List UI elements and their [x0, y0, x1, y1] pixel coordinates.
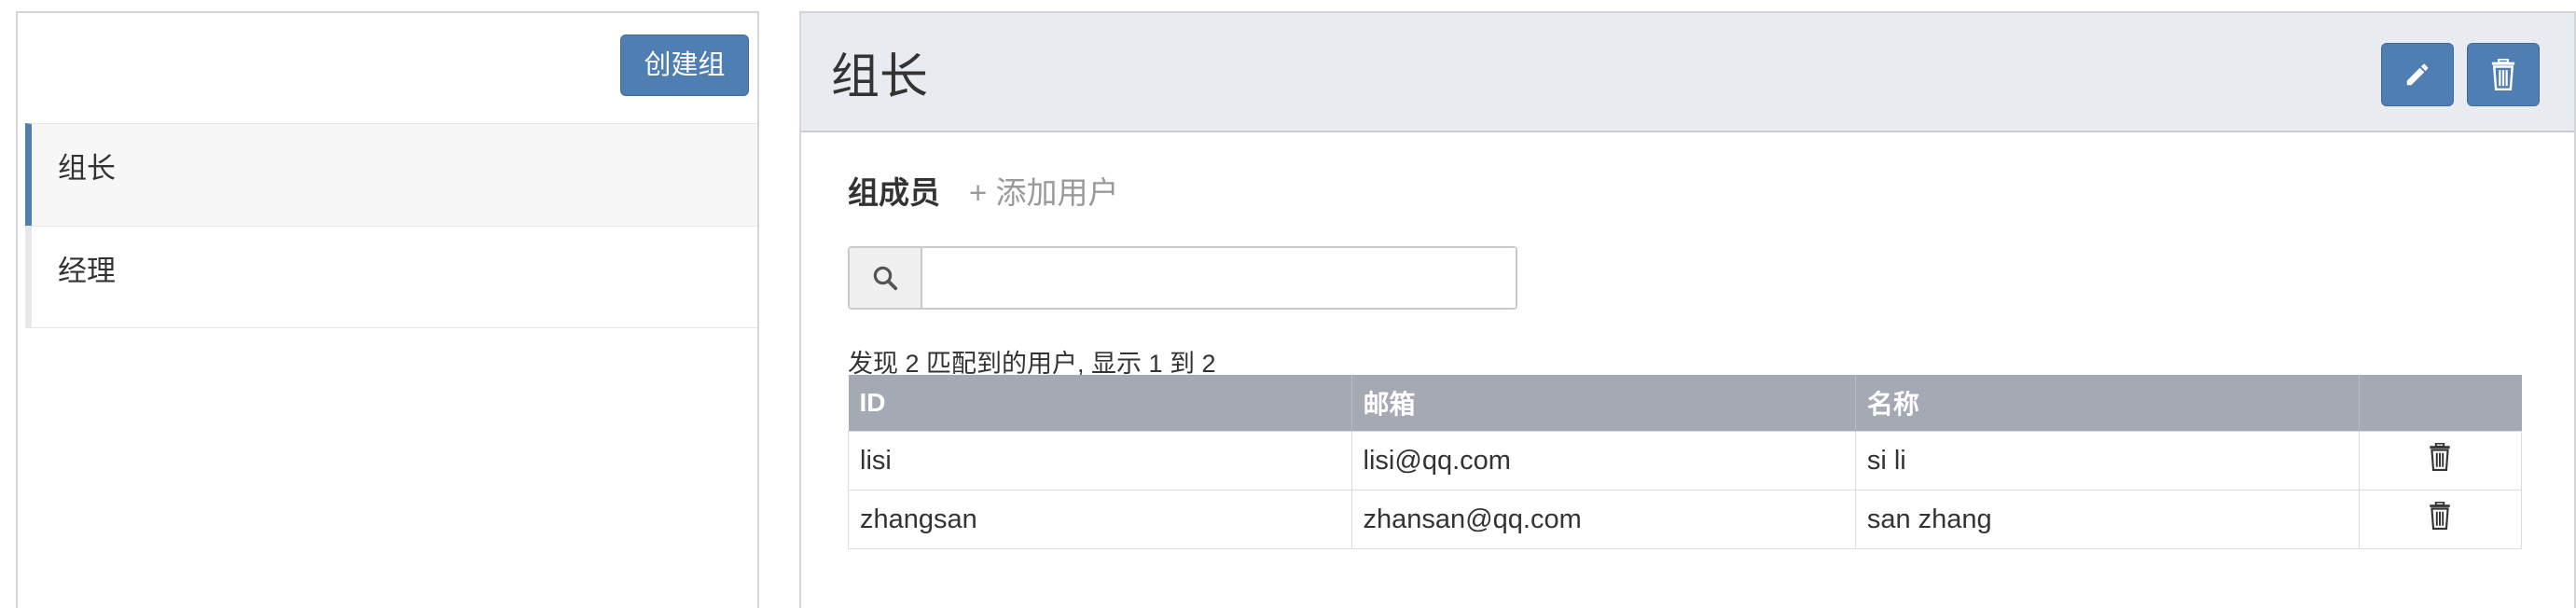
cell-email: lisi@qq.com — [1350, 431, 1856, 491]
cell-name: si li — [1854, 431, 2360, 491]
group-detail-header: 组长 — [801, 13, 2574, 132]
members-table: ID 邮箱 名称 lisi lisi@qq.com si li zhangsan… — [848, 375, 2523, 549]
search-input[interactable] — [922, 248, 1516, 308]
cell-actions — [2358, 490, 2523, 549]
cell-actions — [2358, 431, 2523, 491]
table-row: lisi lisi@qq.com si li — [848, 431, 2523, 491]
remove-member-button[interactable] — [2428, 501, 2452, 537]
search-icon — [873, 266, 898, 291]
pencil-icon — [2406, 63, 2429, 86]
page-title: 组长 — [831, 50, 929, 104]
member-search — [848, 246, 1517, 310]
group-list-panel: 创建组 组长 经理 — [16, 11, 759, 608]
group-item-manager[interactable]: 经理 — [25, 226, 757, 328]
trash-icon — [2491, 59, 2515, 90]
column-header-email[interactable]: 邮箱 — [1351, 375, 1856, 432]
table-header-row: ID 邮箱 名称 — [848, 375, 2522, 432]
search-addon — [850, 248, 922, 308]
cell-email: zhansan@qq.com — [1350, 490, 1856, 549]
group-item-label: 组长 — [58, 152, 116, 185]
members-section-title: 组成员 — [848, 175, 940, 210]
remove-member-button[interactable] — [2428, 442, 2452, 478]
add-user-link[interactable]: + 添加用户 — [969, 168, 1118, 213]
cell-name: san zhang — [1854, 490, 2360, 549]
trash-icon — [2430, 442, 2451, 471]
edit-group-button[interactable] — [2381, 43, 2454, 106]
trash-icon — [2430, 501, 2451, 530]
table-row: zhangsan zhansan@qq.com san zhang — [848, 490, 2523, 549]
group-item-label: 经理 — [58, 255, 116, 287]
column-header-actions — [2359, 375, 2522, 432]
column-header-id[interactable]: ID — [848, 375, 1352, 432]
cell-id: lisi — [848, 431, 1352, 491]
create-group-button[interactable]: 创建组 — [620, 35, 749, 96]
group-list: 组长 经理 — [25, 123, 757, 328]
cell-id: zhangsan — [848, 490, 1352, 549]
column-header-name[interactable]: 名称 — [1855, 375, 2360, 432]
group-detail-panel: 组长 组成员 + 添加用户 发现 2 匹配到的用户, 显示 1 到 2 ID 邮… — [799, 11, 2576, 608]
group-item-leader[interactable]: 组长 — [25, 123, 757, 226]
delete-group-button[interactable] — [2467, 43, 2540, 106]
